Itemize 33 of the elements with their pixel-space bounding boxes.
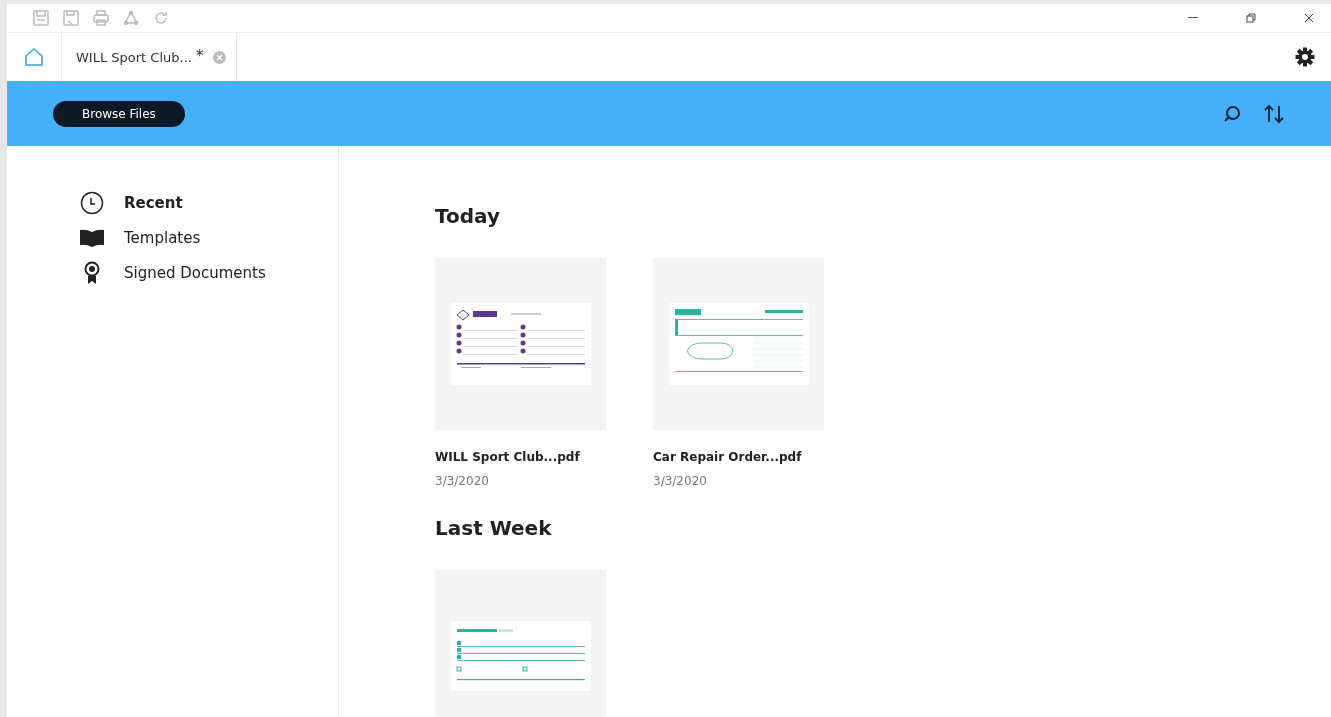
home-icon [24,47,44,67]
clock-icon [80,191,104,215]
save-icon[interactable] [33,10,49,26]
sidebar-item[interactable]: Signed Documents [80,261,338,285]
save-as-icon[interactable] [63,10,79,26]
tab-label: WILL Sport Club... [76,49,192,65]
modified-mark: * [195,47,204,65]
file-name: Car Repair Order...pdf [653,450,803,464]
sort-icon [1263,103,1285,124]
close-icon [1304,13,1314,23]
file-date: 3/3/2020 [653,474,708,488]
redo-icon[interactable] [153,10,169,26]
search-icon [1223,104,1241,123]
book-icon [80,229,104,247]
tab-close-button[interactable] [213,50,227,64]
file-date: 3/3/2020 [435,474,490,488]
browse-files-button[interactable]: Browse Files [53,100,185,127]
settings-icon [1295,47,1315,67]
file-thumbnail[interactable] [435,570,606,717]
sidebar-item[interactable]: Templates [80,229,338,247]
close-icon [216,53,224,61]
file-thumbnail[interactable] [435,258,606,430]
search-button[interactable] [1223,104,1241,123]
sidebar-item[interactable]: Recent [80,191,338,215]
section-heading: Last Week [435,516,553,540]
section-heading: Today [435,204,501,228]
file-thumbnail[interactable] [653,258,824,430]
restore-icon [1246,13,1256,23]
file-name: WILL Sport Club...pdf [435,450,581,464]
print-icon[interactable] [93,10,109,26]
minimize-icon [1188,17,1198,19]
sort-button[interactable] [1263,103,1285,124]
share-icon[interactable] [123,10,139,26]
